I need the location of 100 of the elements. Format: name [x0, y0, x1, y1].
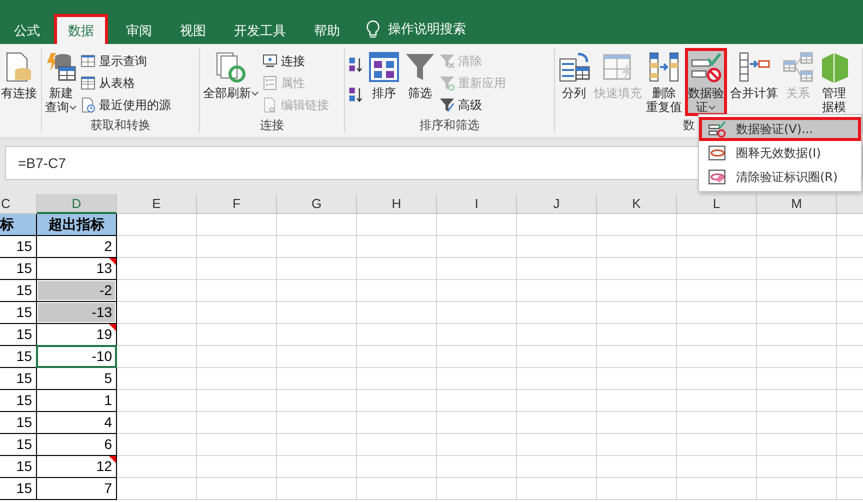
grid-cell[interactable] [357, 258, 437, 280]
grid-cell[interactable] [437, 236, 517, 258]
grid-cell[interactable] [197, 390, 277, 412]
grid-cell[interactable] [277, 214, 357, 236]
grid-cell[interactable] [117, 434, 197, 456]
ribbon-tab[interactable]: 开发工具 [220, 14, 300, 44]
grid-cell[interactable] [197, 434, 277, 456]
grid-cell[interactable] [197, 236, 277, 258]
grid-cell[interactable] [437, 368, 517, 390]
grid-cell[interactable] [517, 346, 597, 368]
grid-cell[interactable] [357, 324, 437, 346]
grid-cell[interactable] [677, 412, 757, 434]
grid-cell[interactable] [277, 280, 357, 302]
grid-cell[interactable] [437, 346, 517, 368]
grid-cell[interactable] [597, 368, 677, 390]
ribbon-button[interactable]: 最近使用的源 [80, 94, 171, 116]
grid-cell[interactable] [677, 346, 757, 368]
grid-cell[interactable] [677, 302, 757, 324]
grid-cell[interactable] [197, 368, 277, 390]
ribbon-button[interactable]: 删除 重复值 [645, 48, 683, 116]
column-header[interactable]: G [277, 194, 357, 214]
grid-cell[interactable] [277, 412, 357, 434]
grid-cell[interactable] [757, 236, 837, 258]
grid-cell[interactable] [437, 478, 517, 500]
ribbon-button[interactable]: 管理 据模 [817, 48, 851, 116]
grid-cell[interactable] [597, 258, 677, 280]
grid-cell[interactable] [357, 214, 437, 236]
grid-cell[interactable] [197, 214, 277, 236]
ribbon-button[interactable]: 排序 [367, 48, 401, 116]
grid-cell[interactable] [597, 324, 677, 346]
grid-cell[interactable] [517, 324, 597, 346]
grid-cell[interactable] [757, 346, 837, 368]
grid-cell[interactable] [357, 346, 437, 368]
column-header[interactable]: I [437, 194, 517, 214]
grid-cell[interactable] [277, 236, 357, 258]
grid-cell[interactable] [277, 478, 357, 500]
ribbon-button[interactable]: 筛选 [403, 48, 437, 116]
grid-cell[interactable] [677, 478, 757, 500]
grid-cell[interactable] [757, 324, 837, 346]
grid-cell[interactable] [597, 434, 677, 456]
grid-cell[interactable] [517, 280, 597, 302]
grid-cell[interactable] [757, 258, 837, 280]
grid-cell[interactable] [117, 258, 197, 280]
grid-cell[interactable] [277, 302, 357, 324]
grid-cell[interactable] [197, 258, 277, 280]
grid-cell[interactable] [517, 214, 597, 236]
grid-cell[interactable] [357, 412, 437, 434]
grid-cell[interactable] [517, 456, 597, 478]
grid-cell[interactable] [437, 280, 517, 302]
grid-cell[interactable] [677, 456, 757, 478]
search-label[interactable]: 操作说明搜索 [388, 20, 466, 38]
grid-cell[interactable] [277, 324, 357, 346]
ribbon-button[interactable]: 合并计算 [729, 48, 779, 116]
grid-cell[interactable] [197, 478, 277, 500]
grid-cell[interactable] [597, 280, 677, 302]
grid-cell[interactable] [277, 368, 357, 390]
ribbon-button[interactable]: 全部刷新 [202, 48, 260, 116]
ribbon-tab[interactable]: 帮助 [300, 14, 354, 44]
column-header[interactable]: F [197, 194, 277, 214]
grid-cell[interactable] [517, 368, 597, 390]
ribbon-button[interactable]: 从表格 [80, 72, 171, 94]
ribbon-button[interactable]: 有连接 [0, 48, 38, 116]
grid-cell[interactable] [197, 280, 277, 302]
grid-cell[interactable] [757, 390, 837, 412]
ribbon-button[interactable]: 数据验 证 [685, 48, 727, 116]
grid-cell[interactable] [357, 302, 437, 324]
grid-cell[interactable] [517, 258, 597, 280]
grid-cell[interactable] [117, 456, 197, 478]
grid-cell[interactable] [197, 456, 277, 478]
grid-cell[interactable] [117, 412, 197, 434]
grid-cell[interactable] [597, 302, 677, 324]
grid-cell[interactable] [197, 412, 277, 434]
grid-cell[interactable] [117, 390, 197, 412]
grid-cell[interactable] [677, 434, 757, 456]
ribbon-button[interactable]: 连接 [262, 50, 329, 72]
grid-cell[interactable] [357, 236, 437, 258]
grid-cell[interactable] [117, 280, 197, 302]
ribbon-button[interactable]: 显示查询 [80, 50, 171, 72]
grid-cell[interactable] [357, 434, 437, 456]
ribbon-tab[interactable]: 视图 [166, 14, 220, 44]
grid-cell[interactable] [757, 280, 837, 302]
grid-cell[interactable] [677, 236, 757, 258]
grid-cell[interactable] [597, 412, 677, 434]
grid-cell[interactable] [597, 346, 677, 368]
grid-cell[interactable] [117, 324, 197, 346]
grid-cell[interactable] [437, 456, 517, 478]
grid-cell[interactable] [437, 390, 517, 412]
grid-cell[interactable] [757, 368, 837, 390]
grid-cell[interactable] [437, 214, 517, 236]
column-header[interactable]: C [0, 194, 37, 214]
grid-cell[interactable] [277, 456, 357, 478]
grid-cell[interactable] [757, 478, 837, 500]
ribbon-button[interactable]: 高级 [439, 94, 506, 116]
grid-cell[interactable] [437, 302, 517, 324]
grid-cell[interactable] [517, 412, 597, 434]
grid-cell[interactable] [597, 456, 677, 478]
grid-cell[interactable] [357, 368, 437, 390]
grid-cell[interactable] [517, 390, 597, 412]
grid-cell[interactable] [357, 456, 437, 478]
grid-cell[interactable] [757, 302, 837, 324]
